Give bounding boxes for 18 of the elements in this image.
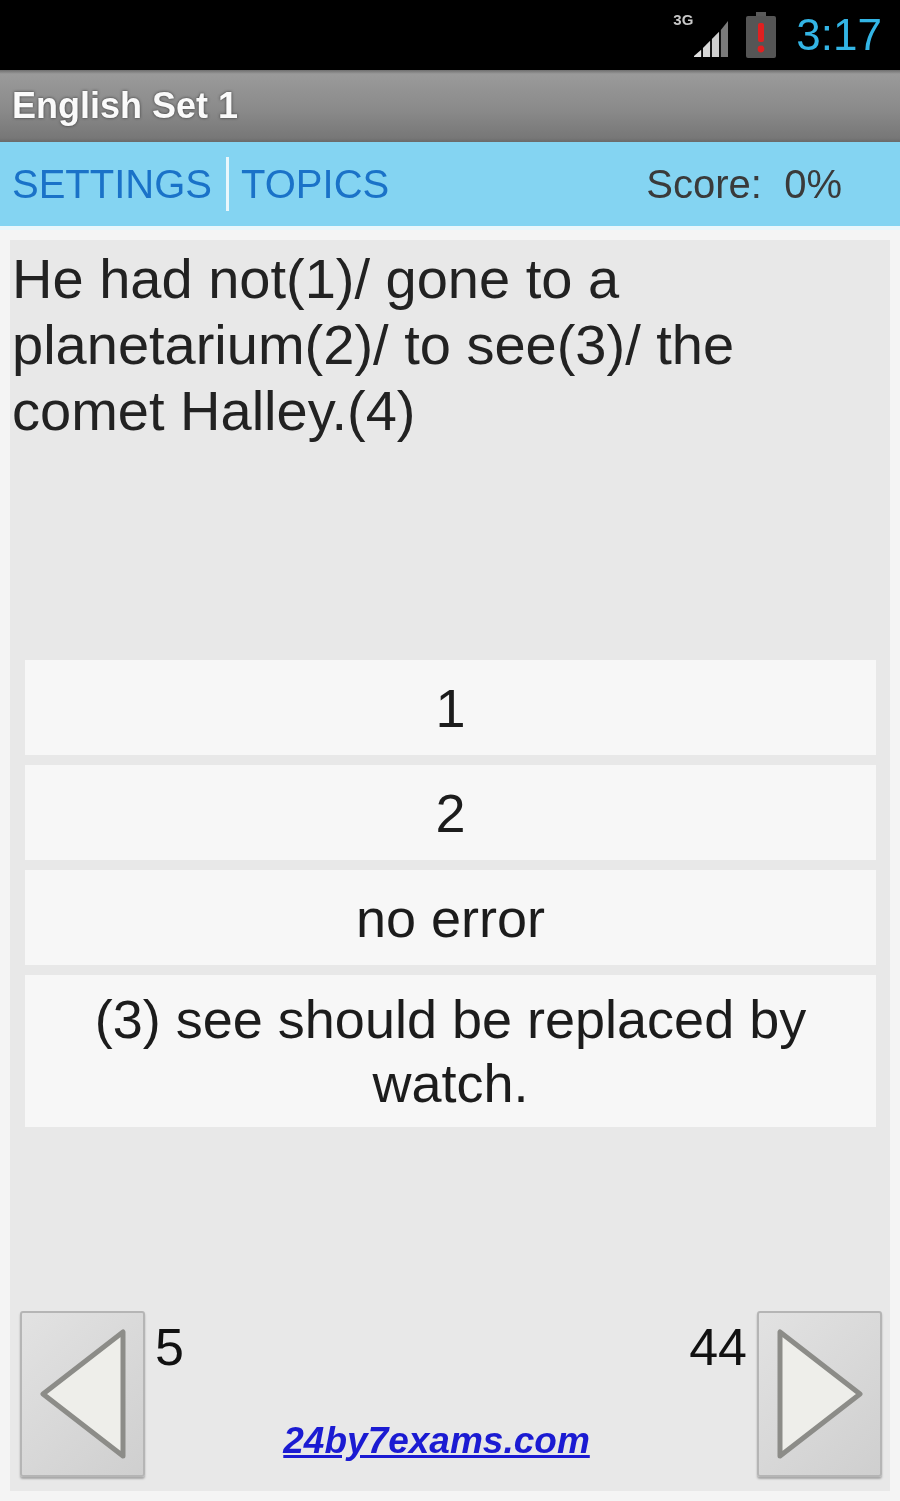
next-count: 44 — [689, 1317, 747, 1377]
answer-option[interactable]: 1 — [25, 660, 876, 755]
right-triangle-icon — [775, 1329, 864, 1459]
previous-button[interactable] — [20, 1311, 145, 1477]
clock-time: 3:17 — [796, 10, 882, 60]
network-type-label: 3G — [673, 12, 694, 28]
website-link[interactable]: 24by7exams.com — [283, 1419, 590, 1463]
answer-option[interactable]: (3) see should be replaced by watch. — [25, 975, 876, 1127]
previous-count: 5 — [155, 1317, 184, 1377]
question-text: He had not(1)/ gone to a planetarium(2)/ to see(3)/ the comet Halley.(4) — [11, 246, 736, 444]
score-label: Score: 0% — [646, 161, 842, 207]
next-button[interactable] — [757, 1311, 882, 1477]
answer-option[interactable]: 2 — [25, 765, 876, 860]
battery-alert-icon — [746, 12, 777, 58]
left-triangle-icon — [38, 1329, 127, 1459]
app-title: English Set 1 — [12, 85, 239, 127]
answer-option[interactable]: no error — [25, 870, 876, 965]
signal-strength-icon — [694, 21, 729, 57]
